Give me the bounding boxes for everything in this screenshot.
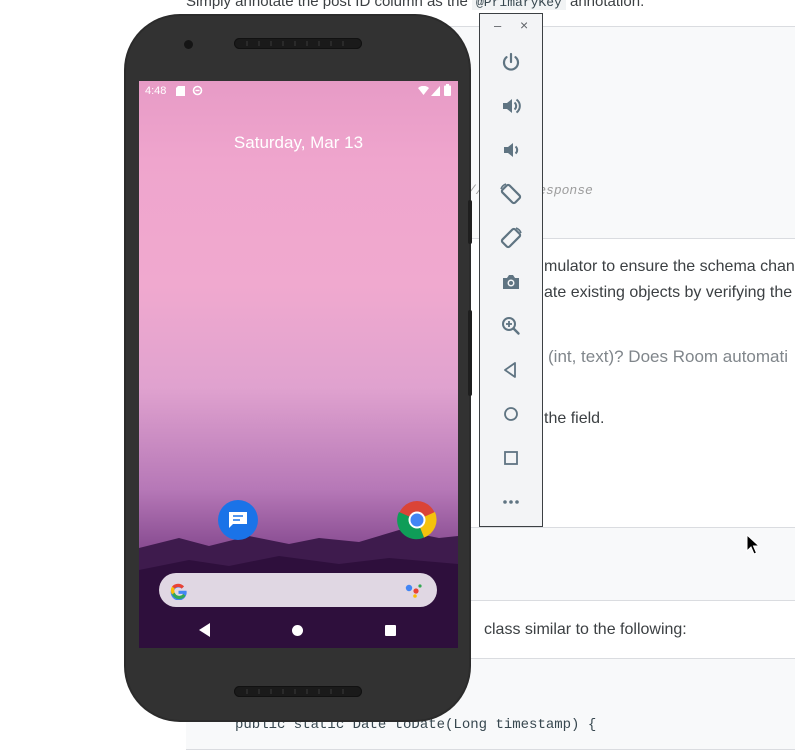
question-text: (int, text)? Does Room automati — [548, 347, 788, 366]
sync-icon — [192, 85, 203, 96]
volume-down-icon[interactable] — [498, 137, 524, 163]
android-nav-bar — [139, 613, 458, 648]
bottom-speaker — [234, 686, 362, 697]
lockscreen-date: Saturday, Mar 13 — [233, 133, 364, 152]
google-search-bar[interactable] — [159, 573, 437, 607]
camera-icon[interactable] — [498, 269, 524, 295]
chrome-icon[interactable] — [397, 500, 437, 540]
top-speaker — [234, 38, 362, 49]
overview-icon[interactable] — [498, 445, 524, 471]
zoom-icon[interactable] — [498, 313, 524, 339]
power-icon[interactable] — [498, 49, 524, 75]
messages-icon[interactable] — [218, 500, 258, 540]
volume-side-button[interactable] — [468, 310, 472, 396]
inline-code-primarykey: @PrimaryKey — [472, 0, 566, 10]
close-button[interactable]: × — [520, 17, 528, 33]
intro-suffix: annotation. — [570, 0, 645, 10]
status-bar: 4:48 — [139, 81, 458, 101]
intro-text: Simply annotate the post ID column as th… — [186, 0, 644, 10]
paragraph-line-2: ate existing objects by verifying the — [544, 284, 793, 301]
battery-icon — [444, 84, 451, 96]
assistant-icon[interactable] — [405, 582, 423, 598]
front-camera — [184, 40, 193, 49]
sd-card-icon — [176, 86, 185, 96]
mouse-cursor-icon — [746, 534, 760, 555]
nav-recents-icon[interactable] — [385, 625, 396, 636]
minimize-button[interactable]: – — [494, 18, 501, 33]
back-icon[interactable] — [498, 357, 524, 383]
toolbar-window-controls: – × — [480, 17, 542, 34]
volume-up-icon[interactable] — [498, 93, 524, 119]
signal-icon — [431, 86, 440, 96]
home-icon[interactable] — [498, 401, 524, 427]
wifi-icon — [418, 86, 429, 95]
paragraph-line-1: mulator to ensure the schema chan — [544, 258, 795, 275]
phone-screen[interactable]: 4:48 Saturday, Mar 13 — [139, 81, 458, 648]
google-g-icon — [170, 583, 187, 600]
class-text: class similar to the following: — [484, 621, 687, 638]
rotate-left-icon[interactable] — [498, 181, 524, 207]
nav-back-icon[interactable] — [199, 623, 211, 637]
more-icon[interactable] — [498, 489, 524, 515]
power-side-button[interactable] — [468, 200, 472, 244]
intro-prefix: Simply annotate the post ID column as th… — [186, 0, 468, 10]
nav-home-icon[interactable] — [292, 625, 303, 636]
rotate-right-icon[interactable] — [498, 225, 524, 251]
emulator-toolbar: – × — [479, 13, 543, 527]
field-text: the field. — [544, 410, 605, 427]
status-time: 4:48 — [145, 85, 167, 97]
